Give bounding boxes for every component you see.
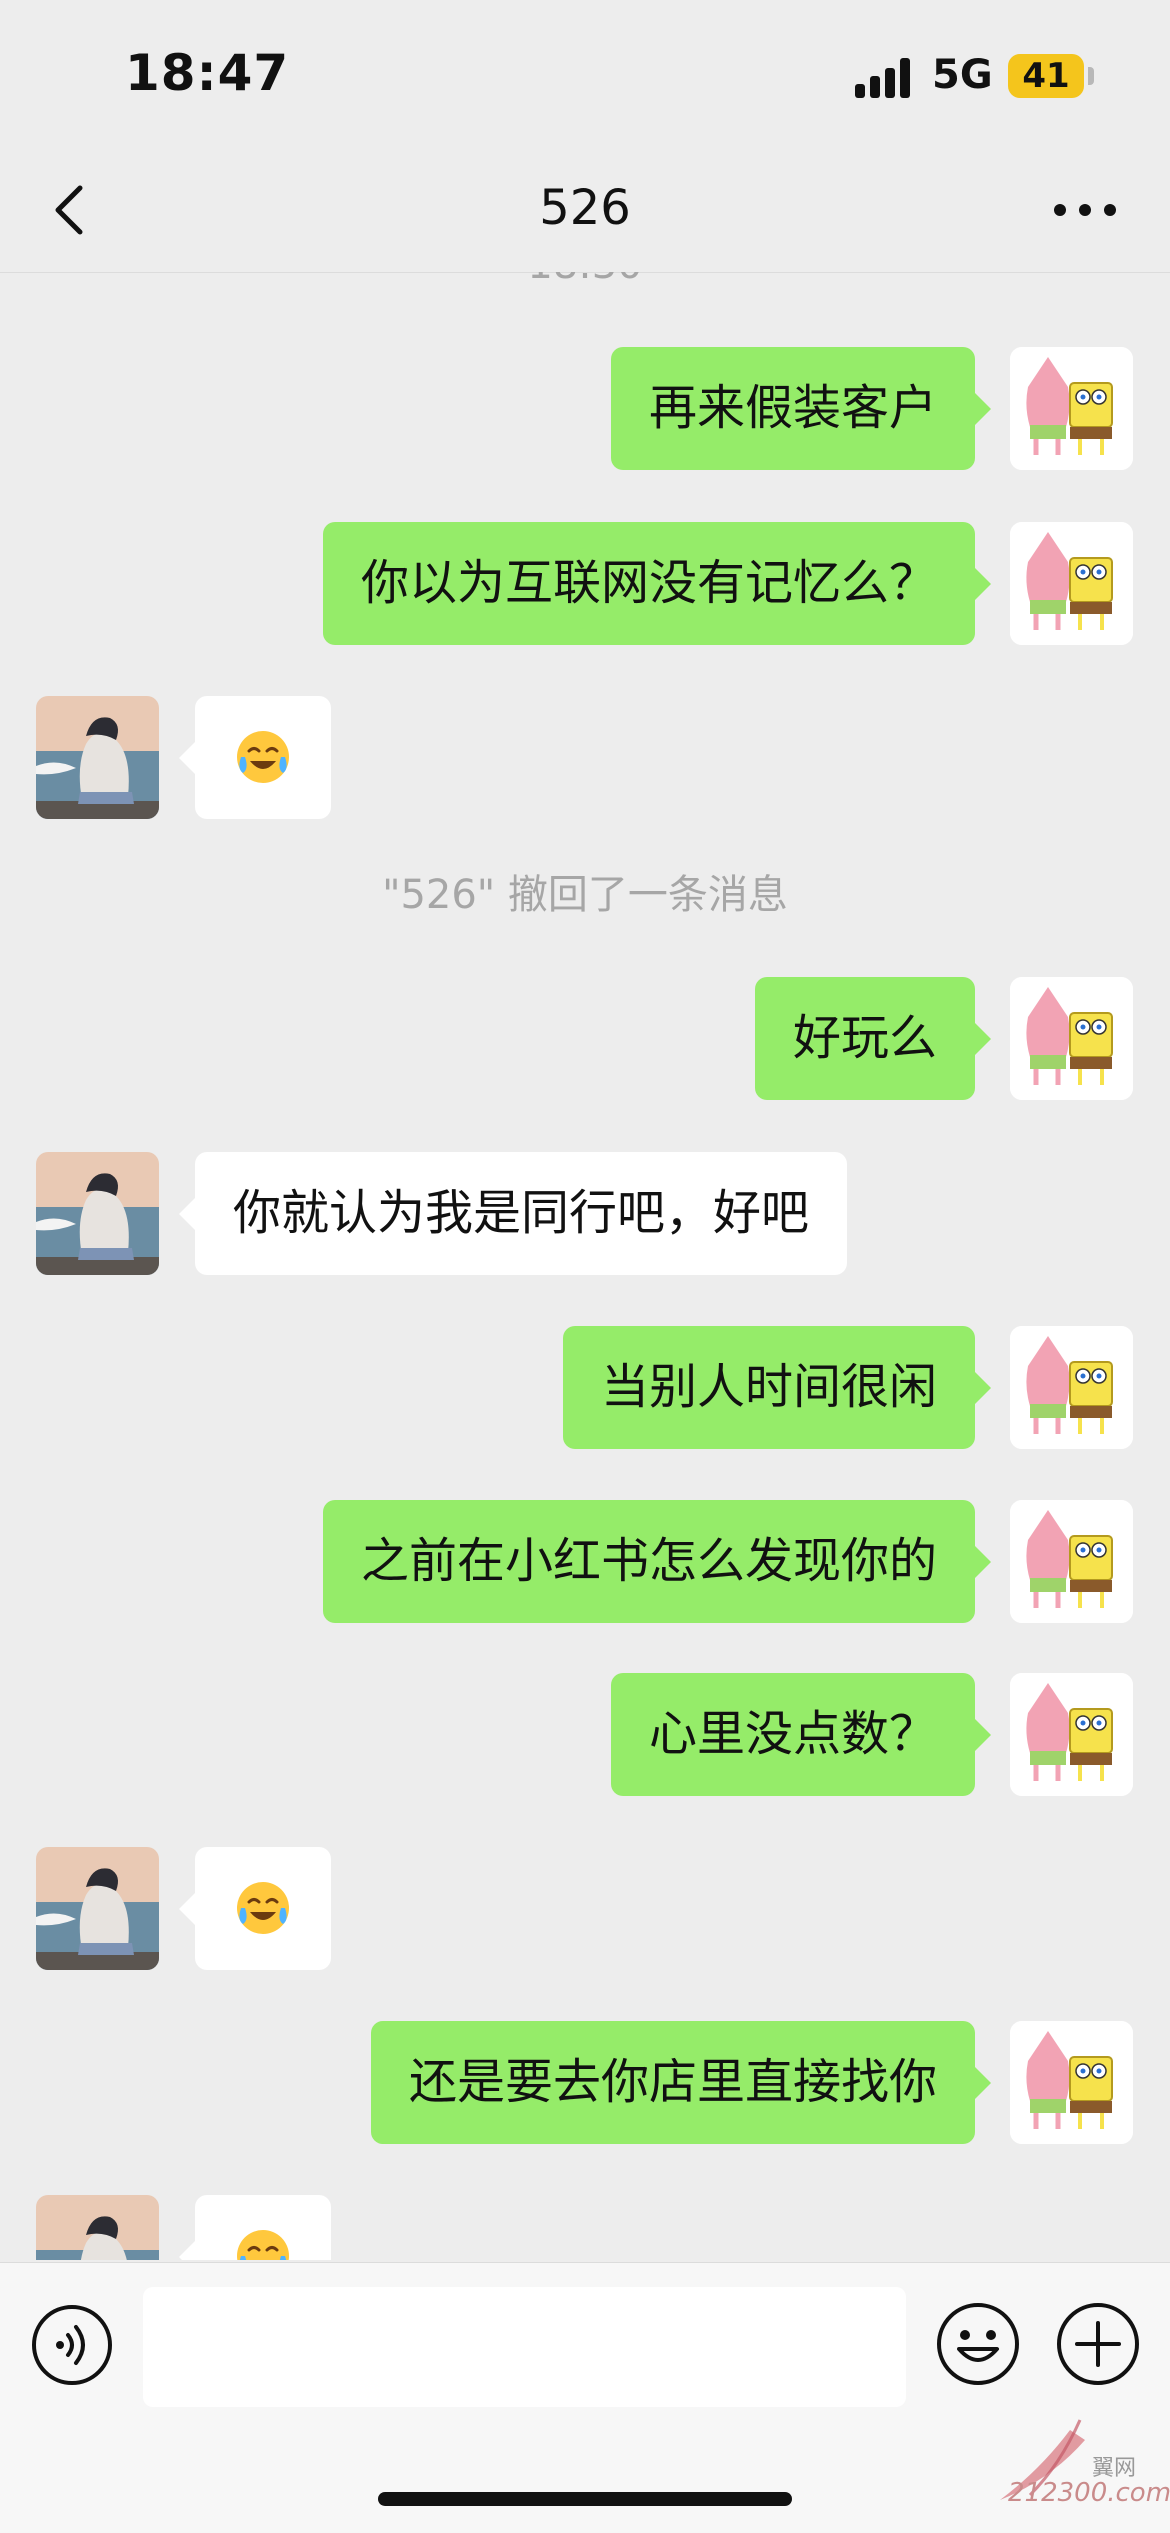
message-text: 好玩么 [792,1010,937,1066]
recall-notice: "526" 撤回了一条消息 [382,872,788,918]
my-avatar[interactable] [1010,347,1133,470]
my-message-bubble[interactable]: 当别人时间很闲 [562,1326,992,1449]
my-message-bubble[interactable]: 好玩么 [754,977,992,1100]
my-avatar[interactable] [1010,977,1133,1100]
emoji-message-bubble[interactable] [179,696,331,819]
partial-timestamp: 18:30 [0,272,1170,288]
message-text: 还是要去你店里直接找你 [408,2054,937,2110]
message-input[interactable] [143,2287,906,2407]
voice-input-icon[interactable] [30,2303,114,2387]
message-text: 之前在小红书怎么发现你的 [360,1533,937,1589]
watermark-text: 212300.com [1008,2478,1170,2508]
my-message-bubble[interactable]: 心里没点数？ [610,1673,992,1796]
tears-of-joy-emoji-icon [237,1882,289,1934]
my-message-bubble[interactable]: 你以为互联网没有记忆么？ [322,522,992,645]
message-text: 再来假装客户 [648,380,937,436]
my-avatar[interactable] [1010,1500,1133,1623]
message-text: 心里没点数？ [648,1706,937,1762]
network-type: 5G [932,52,993,98]
my-message-bubble[interactable]: 再来假装客户 [610,347,992,470]
chat-title: 526 [539,180,631,236]
emoji-picker-icon[interactable] [935,2301,1021,2387]
message-text: 你就认为我是同行吧，好吧 [233,1185,810,1241]
contact-avatar[interactable] [36,1152,159,1275]
status-bar: 18:47 5G 41 [0,0,1170,150]
contact-avatar[interactable] [36,2195,159,2260]
contact-avatar[interactable] [36,1847,159,1970]
emoji-message-bubble[interactable] [179,1847,331,1970]
signal-icon [855,58,915,98]
my-avatar[interactable] [1010,1673,1133,1796]
more-options-icon[interactable] [1050,190,1120,230]
contact-avatar[interactable] [36,696,159,819]
home-indicator[interactable] [378,2492,792,2506]
contact-message-bubble[interactable]: 你就认为我是同行吧，好吧 [178,1152,848,1275]
my-avatar[interactable] [1010,522,1133,645]
battery-nub [1088,67,1094,85]
message-list[interactable]: 18:30 再来假装客户 你以为互联网没有记忆么？ "526" 撤回了一条消息 … [0,272,1170,2260]
tears-of-joy-emoji-icon [237,2230,289,2260]
emoji-message-bubble[interactable] [179,2195,331,2260]
nav-bar: 526 [0,150,1170,273]
my-avatar[interactable] [1010,2021,1133,2144]
my-avatar[interactable] [1010,1326,1133,1449]
clock: 18:47 [125,44,290,102]
my-message-bubble[interactable]: 还是要去你店里直接找你 [370,2021,992,2144]
more-actions-plus-icon[interactable] [1055,2301,1141,2387]
battery-icon: 41 [1008,54,1084,98]
message-text: 当别人时间很闲 [600,1359,937,1415]
tears-of-joy-emoji-icon [237,731,289,783]
message-text: 你以为互联网没有记忆么？ [360,555,937,611]
my-message-bubble[interactable]: 之前在小红书怎么发现你的 [322,1500,992,1623]
